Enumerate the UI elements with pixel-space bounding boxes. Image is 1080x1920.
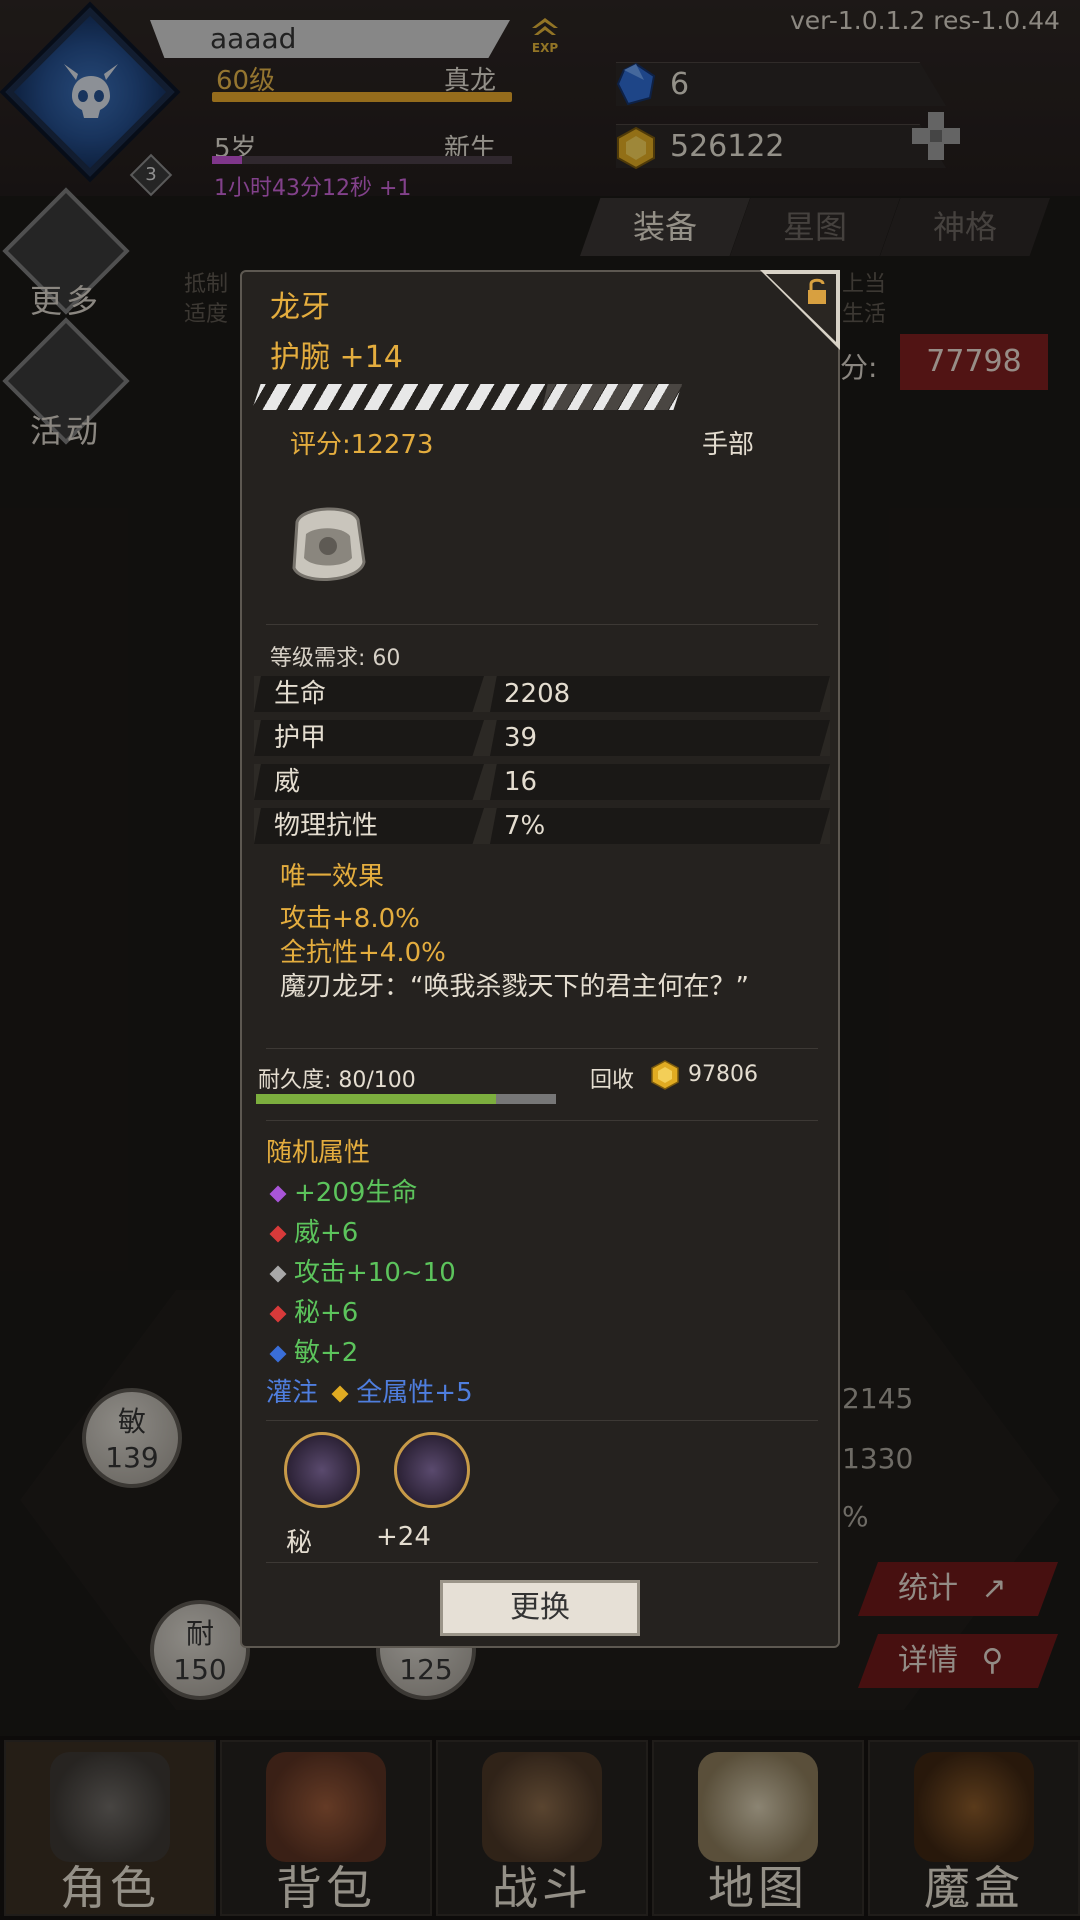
stat-phys-res-value: 7% [490, 808, 830, 844]
unlock-icon[interactable] [760, 270, 840, 350]
stat-hp-label: 生命 [254, 676, 484, 712]
divider [266, 1120, 818, 1121]
stat-armor-label: 护甲 [254, 720, 484, 756]
durability-fill [256, 1094, 496, 1104]
item-detail-popup: 龙牙 护腕 +14 评分:12273 手部 等级需求: 60 生命 2208 护… [240, 270, 840, 1648]
unique-effect-1: 攻击+8.0% [280, 904, 420, 934]
random-attr-3-text: 攻击+10~10 [294, 1258, 456, 1288]
random-attr-1: +209生命 [269, 1172, 418, 1209]
stat-armor-value: 39 [490, 720, 830, 756]
divider [266, 1562, 818, 1563]
random-attributes-title: 随机属性 [266, 1138, 371, 1168]
item-slot: 手部 [702, 430, 755, 460]
divider [266, 1420, 818, 1421]
red-gem-icon [269, 1225, 287, 1242]
gem-socket-1[interactable] [284, 1432, 360, 1508]
item-score: 评分:12273 [290, 430, 434, 460]
stat-row-phys-res: 物理抗性 7% [254, 808, 830, 844]
level-requirement: 等级需求: 60 [270, 646, 401, 671]
item-quality-bar-empty [542, 384, 682, 410]
random-attr-2-text: 威+6 [294, 1218, 359, 1248]
stat-row-hp: 生命 2208 [254, 676, 830, 712]
stat-row-armor: 护甲 39 [254, 720, 830, 756]
infusion-value: 全属性+5 [356, 1378, 473, 1408]
stat-row-might: 威 16 [254, 764, 830, 800]
random-attr-1-text: +209生命 [294, 1178, 418, 1208]
stat-hp-value: 2208 [490, 676, 830, 712]
purple-gem-icon [269, 1185, 287, 1202]
divider [266, 1048, 818, 1049]
random-attr-4: 秘+6 [269, 1292, 359, 1329]
bracer-item-icon [292, 507, 366, 581]
item-flavor-quote: 魔刃龙牙：“唤我杀戮天下的君主何在？” [280, 972, 749, 1002]
stat-phys-res-label: 物理抗性 [254, 808, 484, 844]
blue-gem-icon [269, 1345, 287, 1362]
gray-gem-icon [269, 1265, 287, 1282]
infusion-label: 灌注 [266, 1378, 319, 1408]
recycle-label: 回收 [590, 1068, 635, 1093]
random-attr-3: 攻击+10~10 [269, 1252, 456, 1289]
red-gem-icon [269, 1305, 287, 1322]
item-name: 龙牙 [270, 290, 330, 325]
replace-button[interactable]: 更换 [440, 1580, 640, 1636]
divider [266, 624, 818, 625]
gold-gem-icon [331, 1385, 349, 1402]
infusion-line: 灌注 全属性+5 [266, 1372, 473, 1409]
gem-socket-2[interactable] [394, 1432, 470, 1508]
stat-might-label: 威 [254, 764, 484, 800]
unique-effect-2: 全抗性+4.0% [280, 938, 446, 968]
socket-1-label: 秘 [286, 1528, 313, 1558]
random-attr-2: 威+6 [269, 1212, 359, 1249]
durability-label: 耐久度: 80/100 [258, 1068, 416, 1093]
stat-might-value: 16 [490, 764, 830, 800]
random-attr-5: 敏+2 [269, 1332, 359, 1369]
unique-effect-title: 唯一效果 [280, 862, 385, 892]
item-type: 护腕 +14 [270, 340, 403, 375]
random-attr-4-text: 秘+6 [294, 1298, 359, 1328]
random-attr-5-text: 敏+2 [294, 1338, 359, 1368]
recycle-value: 97806 [688, 1062, 758, 1087]
durability-bar [256, 1094, 556, 1104]
gold-gem-icon [651, 1060, 679, 1090]
socket-2-label: +24 [376, 1522, 431, 1552]
